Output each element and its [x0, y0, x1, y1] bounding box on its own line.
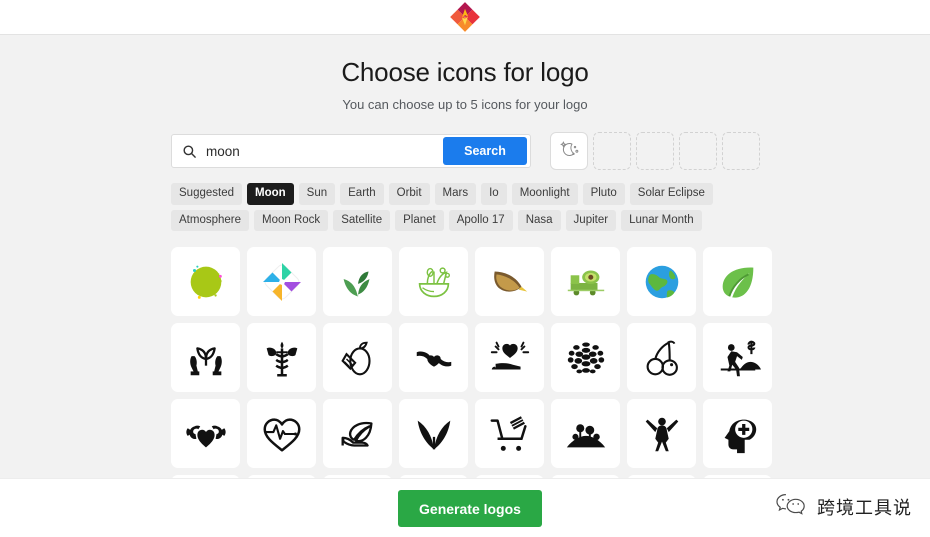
- shopping-cart-icon: [487, 411, 533, 457]
- chip-solar-eclipse[interactable]: Solar Eclipse: [629, 183, 713, 205]
- chip-jupiter[interactable]: Jupiter: [565, 209, 617, 232]
- miner-dollar-icon: [715, 335, 761, 381]
- salad-bowl-vegetables-icon: [411, 259, 457, 305]
- hands-holding-sprout-icon: [183, 335, 229, 381]
- page-subtitle: You can choose up to 5 icons for your lo…: [342, 97, 588, 112]
- selected-slot-1[interactable]: [550, 132, 588, 170]
- page-title: Choose icons for logo: [341, 57, 589, 87]
- chip-orbit[interactable]: Orbit: [388, 183, 430, 205]
- hand-holding-apple-icon: [335, 335, 381, 381]
- chip-satellite[interactable]: Satellite: [333, 209, 391, 232]
- avocado-truck-icon: [563, 259, 609, 305]
- search-button[interactable]: Search: [443, 137, 527, 165]
- icon-tile[interactable]: [475, 247, 544, 317]
- head-medical-plus-icon: [715, 411, 761, 457]
- logo-icon-picker-page: Choose icons for logo You can choose up …: [0, 0, 930, 537]
- icon-tile[interactable]: [323, 399, 392, 469]
- icon-tile[interactable]: [551, 247, 620, 317]
- heartbeat-pulse-icon: [259, 411, 305, 457]
- generate-logos-button[interactable]: Generate logos: [398, 490, 542, 527]
- hands-heart-care-icon: [411, 335, 457, 381]
- icon-tile[interactable]: [399, 247, 468, 317]
- monstera-leaf-splash-icon: [183, 259, 229, 305]
- chip-io[interactable]: Io: [481, 183, 507, 205]
- colorful-diamond-compass-icon: [259, 259, 305, 305]
- green-leaf-icon: [715, 259, 761, 305]
- wechat-icon: [774, 491, 808, 522]
- chip-pluto[interactable]: Pluto: [582, 183, 625, 205]
- chip-moon-rock[interactable]: Moon Rock: [254, 209, 329, 232]
- search-row: Search: [171, 132, 930, 170]
- chip-apollo-17[interactable]: Apollo 17: [448, 209, 513, 232]
- chip-suggested[interactable]: Suggested: [171, 183, 242, 205]
- icon-tile[interactable]: [323, 323, 392, 393]
- selected-icon-slots: [550, 132, 760, 170]
- selected-slot-3[interactable]: [636, 132, 674, 170]
- chip-sun[interactable]: Sun: [298, 183, 336, 205]
- search-icon: [172, 135, 206, 167]
- app-header: [0, 0, 930, 35]
- icon-tile[interactable]: [551, 323, 620, 393]
- icon-results-grid: [171, 247, 930, 478]
- hand-shining-heart-icon: [487, 335, 533, 381]
- page-content: Choose icons for logo You can choose up …: [0, 36, 930, 478]
- footer-bar: Generate logos 跨境工具说: [0, 478, 930, 537]
- watermark-text: 跨境工具说: [817, 497, 912, 519]
- selected-slot-2[interactable]: [593, 132, 631, 170]
- chip-atmosphere[interactable]: Atmosphere: [171, 209, 250, 232]
- icon-tile[interactable]: [171, 247, 240, 317]
- icon-tile[interactable]: [171, 399, 240, 469]
- icon-tile[interactable]: [399, 323, 468, 393]
- caduceus-medical-icon: [259, 335, 305, 381]
- watermark: 跨境工具说: [774, 491, 912, 522]
- looka-diamond-logo-icon[interactable]: [450, 2, 480, 32]
- crescent-moon-stars-icon: [557, 137, 581, 166]
- icon-tile[interactable]: [627, 247, 696, 317]
- chip-earth[interactable]: Earth: [340, 183, 384, 205]
- icon-tile[interactable]: [551, 399, 620, 469]
- chip-mars[interactable]: Mars: [434, 183, 477, 205]
- icon-tile[interactable]: [247, 323, 316, 393]
- search-box[interactable]: Search: [171, 134, 531, 168]
- icon-tile[interactable]: [703, 399, 772, 469]
- icon-tile[interactable]: [627, 399, 696, 469]
- dotted-sphere-globe-icon: [563, 335, 609, 381]
- trees-hill-park-icon: [563, 411, 609, 457]
- icon-tile[interactable]: [247, 247, 316, 317]
- icon-tile[interactable]: [171, 323, 240, 393]
- selected-slot-4[interactable]: [679, 132, 717, 170]
- hand-holding-leaf-icon: [335, 411, 381, 457]
- cherries-icon: [639, 335, 685, 381]
- keyword-chip-list: Suggested Moon Sun Earth Orbit Mars Io Moonligh…: [171, 183, 771, 232]
- icon-tile[interactable]: [703, 323, 772, 393]
- chip-nasa[interactable]: Nasa: [517, 209, 561, 232]
- icon-tile[interactable]: [399, 399, 468, 469]
- icon-tile[interactable]: [475, 323, 544, 393]
- person-arms-raised-icon: [639, 411, 685, 457]
- chip-moonlight[interactable]: Moonlight: [511, 183, 578, 205]
- green-sprout-leaves-icon: [335, 259, 381, 305]
- icon-tile[interactable]: [323, 247, 392, 317]
- search-input[interactable]: [206, 135, 443, 167]
- chip-lunar-month[interactable]: Lunar Month: [621, 209, 702, 232]
- chip-moon[interactable]: Moon: [247, 183, 294, 205]
- two-leaves-sprout-icon: [411, 411, 457, 457]
- icon-tile[interactable]: [475, 399, 544, 469]
- brown-feather-icon: [487, 259, 533, 305]
- icon-tile[interactable]: [627, 323, 696, 393]
- selected-slot-5[interactable]: [722, 132, 760, 170]
- icon-tile[interactable]: [703, 247, 772, 317]
- muscle-arms-heart-icon: [183, 411, 229, 457]
- chip-planet[interactable]: Planet: [395, 209, 444, 232]
- earth-globe-icon: [639, 259, 685, 305]
- icon-tile[interactable]: [247, 399, 316, 469]
